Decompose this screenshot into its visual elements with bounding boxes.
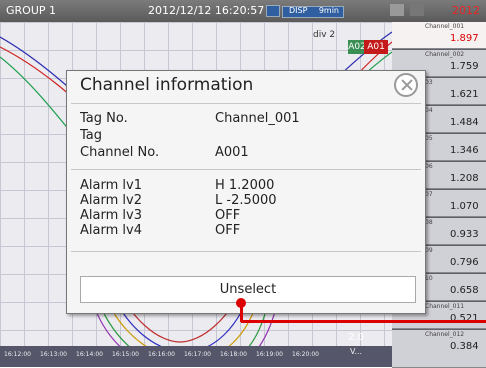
time-label: 16:16:00	[148, 351, 175, 358]
alarm-label: Alarm lv1	[80, 178, 142, 193]
alarm-label: Alarm lv4	[80, 223, 142, 238]
channel-name: 04	[425, 107, 433, 114]
channel-name: 06	[425, 163, 433, 170]
time-label: 16:12:00	[4, 351, 31, 358]
callout-line	[241, 320, 486, 323]
alarm-value: L -2.5000	[215, 193, 277, 208]
alarm-label: Alarm lv3	[80, 208, 142, 223]
tag-label: Tag	[80, 128, 103, 143]
channel-value: 0.933	[450, 229, 479, 240]
scale-value: 2.0	[348, 332, 364, 343]
channel-name: Channel_011	[425, 303, 465, 310]
divider	[71, 103, 421, 104]
datetime-display: 2012/12/12 16:20:57	[148, 4, 265, 17]
dialog-title: Channel information	[80, 75, 254, 95]
alarm-value: OFF	[215, 223, 241, 238]
channel-name: Channel_001	[425, 23, 465, 30]
time-label: 16:17:00	[184, 351, 211, 358]
channel-name: 08	[425, 219, 433, 226]
channel-value: 0.384	[450, 341, 479, 352]
v-prefix: V...	[350, 347, 363, 356]
time-label: 16:14:00	[76, 351, 103, 358]
channel-value: 1.759	[450, 61, 479, 72]
time-label: 16:15:00	[112, 351, 139, 358]
camera-icon	[266, 5, 280, 17]
group-name[interactable]: GROUP 1	[6, 4, 56, 17]
time-axis: 16:12:00 16:13:00 16:14:00 16:15:00 16:1…	[0, 346, 392, 367]
channel-value: 1.621	[450, 89, 479, 100]
tag-no-label: Tag No.	[80, 111, 128, 126]
year-fragment: 2012	[452, 4, 480, 17]
alarm-value: OFF	[215, 208, 241, 223]
channel-name: 10	[425, 275, 433, 282]
channel-information-dialog: Channel information Tag No. Channel_001 …	[66, 70, 426, 314]
divider	[71, 169, 421, 170]
channel-chip[interactable]: Channel_012 0.384	[392, 330, 486, 368]
time-label: 16:19:00	[256, 351, 283, 358]
divider	[71, 251, 421, 252]
tag-no-value: Channel_001	[215, 111, 300, 126]
alarm-value: H 1.2000	[215, 178, 275, 193]
channel-no-value: A001	[215, 145, 249, 160]
display-mode-badge[interactable]: DISP 9min	[282, 6, 344, 18]
channel-name: 07	[425, 191, 433, 198]
time-label: 16:20:00	[292, 351, 319, 358]
channel-name: Channel_012	[425, 331, 465, 338]
channel-chip[interactable]: Channel_001 1.897	[392, 22, 486, 49]
unselect-button[interactable]: Unselect	[80, 276, 416, 303]
channel-value: 1.897	[450, 33, 479, 44]
layout-icon[interactable]	[390, 4, 404, 16]
time-label: 16:13:00	[40, 351, 67, 358]
close-icon[interactable]	[394, 73, 418, 97]
alarm-label: Alarm lv2	[80, 193, 142, 208]
channel-value: 1.070	[450, 201, 479, 212]
channel-name: 03	[425, 79, 433, 86]
status-bar: GROUP 1 2012/12/12 16:20:57 DISP 9min 20…	[0, 0, 486, 22]
channel-name: 09	[425, 247, 433, 254]
time-label: 16:18:00	[220, 351, 247, 358]
scale-division-label: div 2	[313, 30, 336, 40]
disp-label: DISP	[289, 6, 308, 15]
interval-label: 9min	[318, 6, 339, 15]
channel-name: Channel_002	[425, 51, 465, 58]
channel-no-label: Channel No.	[80, 145, 160, 160]
channel-value: 1.208	[450, 173, 479, 184]
channel-value: 0.658	[450, 285, 479, 296]
channel-value: 1.346	[450, 145, 479, 156]
channel-value: 0.796	[450, 257, 479, 268]
callout-dot	[236, 298, 246, 308]
alarm-tag-a01: A01	[364, 40, 388, 54]
grid-icon[interactable]	[410, 4, 424, 16]
channel-value: 1.484	[450, 117, 479, 128]
channel-name: 05	[425, 135, 433, 142]
